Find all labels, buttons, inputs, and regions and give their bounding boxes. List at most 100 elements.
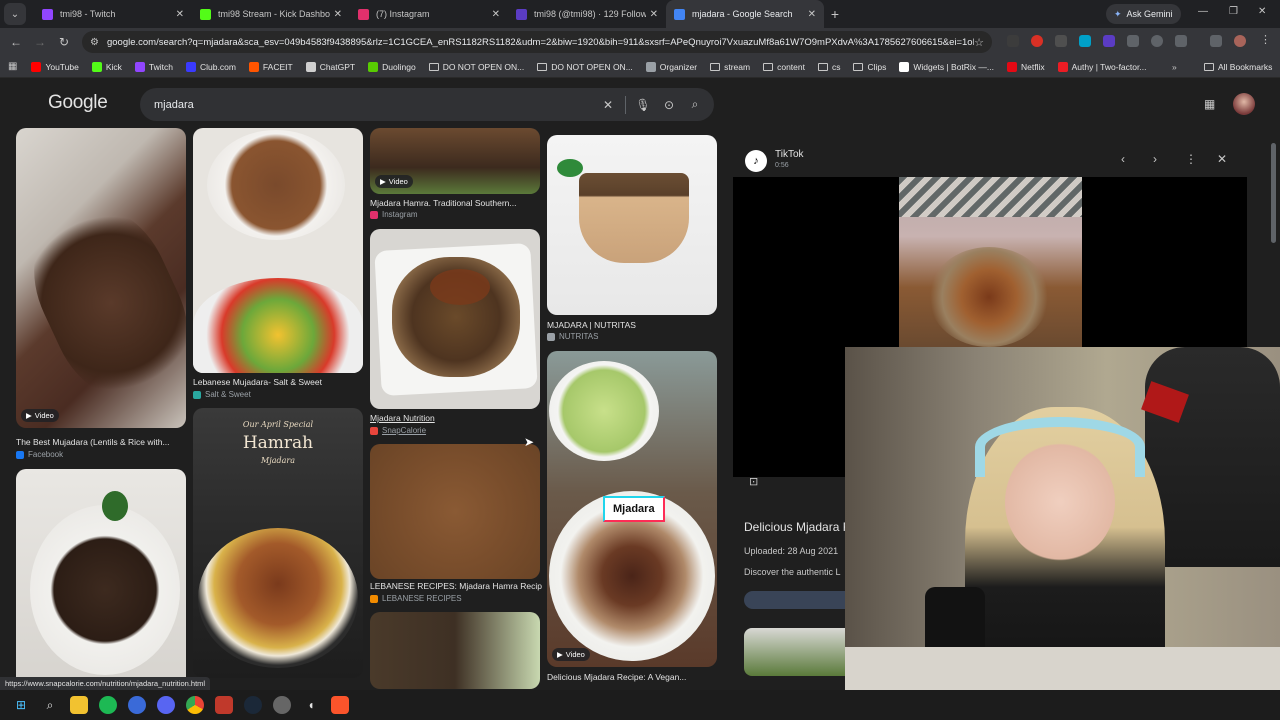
bookmarks-overflow-icon[interactable]: » [1172,62,1177,72]
browser-tab[interactable]: (7) Instagram ✕ [350,0,508,28]
extension-icon-5[interactable] [1103,35,1115,47]
sidepanel-icon[interactable] [1210,35,1222,47]
result-caption[interactable]: LEBANESE RECIPES: Mjadara Hamra Recipe [370,581,542,591]
result-image-lentils[interactable] [370,612,540,689]
result-caption[interactable]: Mjadara Hamra. Traditional Southern... [370,198,542,208]
related-thumbnail[interactable] [744,628,854,676]
result-caption[interactable]: Delicious Mjadara Recipe: A Vegan... [547,672,719,682]
browser-tab[interactable]: mjadara - Google Search ✕ [666,0,824,28]
steam-icon[interactable] [244,696,262,714]
result-source[interactable]: LEBANESE RECIPES [370,594,462,603]
app-icon-generic[interactable]: ◖ [302,696,320,714]
close-tab-icon[interactable]: ✕ [808,9,816,20]
result-image-mjadara-hamra[interactable]: ▶ Video [370,128,540,194]
result-image-mujadara-bowl[interactable] [16,469,186,689]
previous-result-icon[interactable]: ‹ [1121,152,1125,166]
bookmark-item[interactable]: Clips [853,62,886,72]
more-options-icon[interactable]: ⋮ [1185,152,1197,166]
obs-icon[interactable] [273,696,291,714]
restore-icon[interactable]: ❐ [1229,6,1238,17]
bookmark-item[interactable]: Kick [91,61,122,72]
result-image-mujadara-facebook[interactable]: ▶ Video [16,128,186,428]
result-image-nutritas[interactable] [547,135,717,315]
valorant-icon[interactable] [215,696,233,714]
site-info-icon[interactable]: ⚙ [90,37,99,48]
close-tab-icon[interactable]: ✕ [650,9,658,20]
bookmark-item[interactable]: cs [817,62,840,72]
bookmark-item[interactable]: stream [710,62,750,72]
result-source[interactable]: NUTRITAS [547,332,598,341]
close-tab-icon[interactable]: ✕ [334,9,342,20]
windows-start-icon[interactable]: ⊞ [12,696,30,714]
lens-icon[interactable]: ⊡ [749,475,758,488]
google-apps-icon[interactable]: ▦ [1204,97,1215,111]
bookmark-item[interactable]: Club.com [186,61,236,72]
close-window-icon[interactable]: ✕ [1258,6,1266,17]
bookmark-item[interactable]: Netflix [1007,61,1045,72]
result-image-hamrah[interactable]: Our April Special Hamrah Mjadara [193,408,363,678]
discord-icon[interactable] [157,696,175,714]
chrome-icon[interactable] [186,696,204,714]
tab-search-icon[interactable]: ⌄ [4,3,26,25]
close-tab-icon[interactable]: ✕ [176,9,184,20]
preview-source[interactable]: TikTok [775,149,804,160]
bookmark-star-icon[interactable]: ☆ [974,36,984,49]
result-image-lebanese-mujadara[interactable] [193,128,363,373]
clear-search-icon[interactable]: ✕ [595,98,621,112]
address-bar[interactable]: ⚙ google.com/search?q=mjadara&sca_esv=04… [82,31,992,53]
voice-search-icon[interactable]: 🎙 [630,98,656,112]
result-source[interactable]: SnapCalorie [370,426,426,435]
bookmark-item[interactable]: FACEIT [248,61,293,72]
lens-search-icon[interactable]: ⊙ [656,98,682,112]
minimize-icon[interactable]: — [1198,6,1208,17]
back-icon[interactable]: ← [4,35,28,49]
bookmark-item[interactable]: DO NOT OPEN ON... [537,62,633,72]
ask-gemini-button[interactable]: ✦ Ask Gemini [1106,4,1181,24]
bookmark-item[interactable]: DO NOT OPEN ON... [428,62,524,72]
search-box[interactable]: mjadara ✕ 🎙 ⊙ ⌕ [140,88,714,121]
extension-icon-1[interactable] [1007,35,1019,47]
next-result-icon[interactable]: › [1153,152,1157,166]
result-caption[interactable]: MJADARA | NUTRITAS [547,320,719,330]
brave-icon[interactable] [331,696,349,714]
extension-icon-6[interactable] [1127,35,1139,47]
search-icon[interactable]: ⌕ [682,97,708,112]
spotify-icon[interactable] [99,696,117,714]
bookmark-item[interactable]: YouTube [31,61,79,72]
result-image-mjadara-nutrition[interactable] [370,229,540,409]
extension-icon-7[interactable] [1151,35,1163,47]
panel-scrollbar[interactable] [1271,143,1276,243]
result-source[interactable]: Salt & Sweet [193,390,251,399]
account-avatar[interactable] [1233,93,1255,115]
bookmark-item[interactable]: Authy | Two-factor... [1057,61,1146,72]
all-bookmarks-button[interactable]: All Bookmarks [1204,62,1272,72]
extension-icon-2[interactable] [1031,35,1043,47]
bookmark-item[interactable]: Widgets | BotRix —... [899,61,994,72]
result-image-delicious-mjadara[interactable]: Mjadara ▶ Video [547,351,717,667]
result-caption[interactable]: The Best Mujadara (Lentils & Rice with..… [16,437,188,447]
browser-menu-icon[interactable]: ⋮ [1260,33,1271,46]
profile-avatar-icon[interactable] [1234,35,1246,47]
reload-icon[interactable]: ↻ [52,35,76,49]
search-taskbar-icon[interactable]: ⌕ [41,696,59,714]
result-source[interactable]: Facebook [16,450,63,459]
app-icon-blue[interactable] [128,696,146,714]
browser-tab[interactable]: tmi98 - Twitch ✕ [34,0,192,28]
apps-grid-icon[interactable]: ▦ [8,61,17,72]
new-tab-button[interactable]: + [824,6,846,22]
bookmark-item[interactable]: Organizer [645,61,697,72]
close-tab-icon[interactable]: ✕ [492,9,500,20]
result-caption[interactable]: Lebanese Mujadara- Salt & Sweet [193,377,365,387]
bookmark-item[interactable]: content [763,62,805,72]
extension-icon-4[interactable] [1079,35,1091,47]
file-explorer-icon[interactable] [70,696,88,714]
close-preview-icon[interactable]: ✕ [1217,152,1227,166]
extension-icon-3[interactable] [1055,35,1067,47]
bookmark-item[interactable]: Duolingo [368,61,416,72]
bookmark-item[interactable]: ChatGPT [305,61,355,72]
search-query[interactable]: mjadara [154,99,595,111]
browser-tab[interactable]: tmi98 Stream - Kick Dashboard ✕ [192,0,350,28]
google-logo[interactable]: Google [48,92,108,114]
result-caption[interactable]: Mjadara Nutrition [370,413,542,423]
result-source[interactable]: Instagram [370,210,418,219]
